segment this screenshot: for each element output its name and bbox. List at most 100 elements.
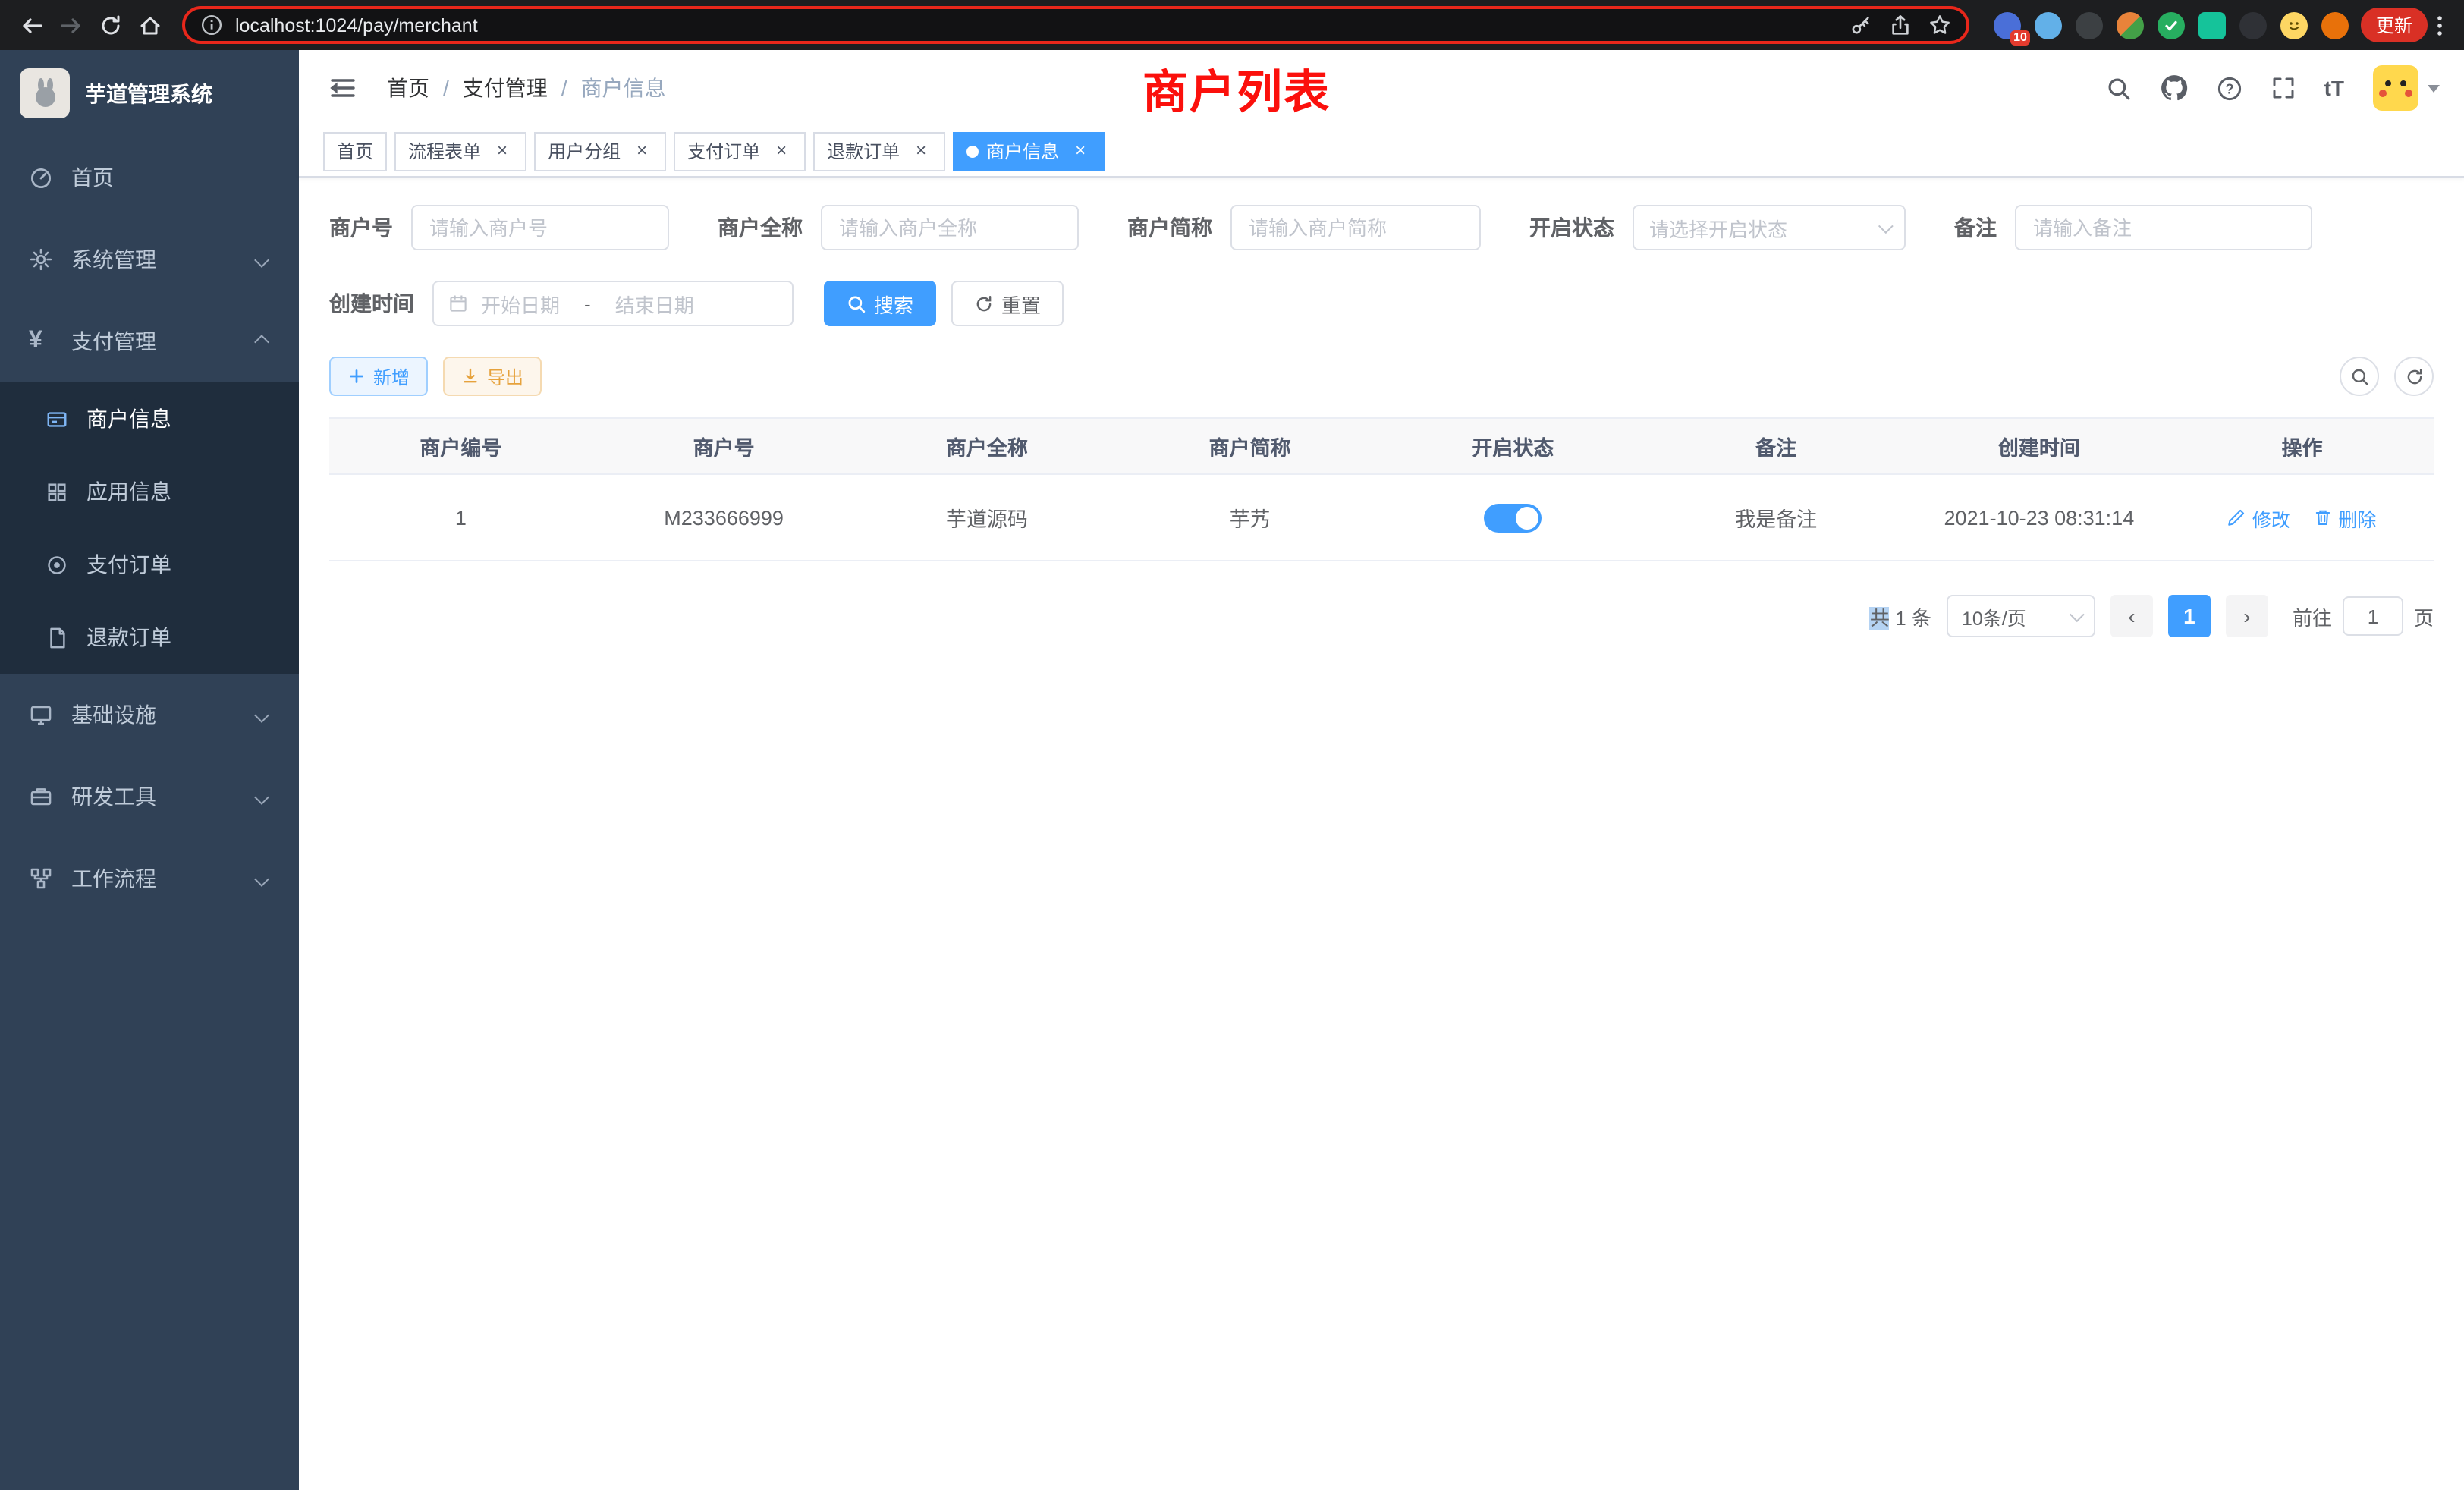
search-icon — [2349, 366, 2369, 386]
date-range-picker[interactable]: 开始日期 - 结束日期 — [432, 281, 794, 326]
sidebar-item-merchant-info[interactable]: 商户信息 — [0, 382, 299, 455]
browser-update-button[interactable]: 更新 — [2361, 8, 2428, 42]
app-logo[interactable]: 芋道管理系统 — [0, 50, 299, 137]
home-button[interactable] — [130, 5, 170, 45]
multicolor-extension-icon[interactable] — [2117, 11, 2144, 39]
sidebar-item-app-info[interactable]: 应用信息 — [0, 455, 299, 528]
font-size-button[interactable]: tT — [2324, 76, 2344, 100]
forward-button[interactable] — [52, 5, 91, 45]
goto-page: 前往 页 — [2293, 596, 2434, 636]
page-size-select[interactable]: 10条/页 — [1947, 595, 2095, 637]
share-icon[interactable] — [1889, 14, 1912, 36]
status-select[interactable]: 请选择开启状态 — [1633, 205, 1906, 250]
refresh-table-button[interactable] — [2394, 357, 2434, 396]
workflow-icon — [29, 866, 53, 891]
extension-badge: 10 — [2010, 30, 2030, 45]
breadcrumb-payment[interactable]: 支付管理 — [463, 73, 548, 103]
sidebar-item-refund-order[interactable]: 退款订单 — [0, 601, 299, 674]
delete-link[interactable]: 删除 — [2314, 503, 2376, 532]
chevron-down-icon — [256, 791, 270, 802]
profile-avatar[interactable] — [2321, 11, 2349, 39]
sidebar-item-infrastructure[interactable]: 基础设施 — [0, 674, 299, 756]
chevron-down-icon — [2070, 606, 2085, 621]
pencil-icon — [2228, 508, 2246, 527]
prev-page-button[interactable]: ‹ — [2110, 595, 2153, 637]
site-info-icon[interactable] — [200, 14, 223, 36]
chevron-down-icon — [256, 709, 270, 720]
smiley-extension-icon[interactable] — [2280, 11, 2308, 39]
export-button[interactable]: 导出 — [443, 357, 542, 396]
address-bar[interactable]: localhost:1024/pay/merchant — [182, 6, 1969, 44]
extension-icon-with-badge[interactable]: 10 — [1994, 11, 2021, 39]
github-button[interactable] — [2161, 74, 2188, 102]
user-menu[interactable] — [2373, 65, 2440, 111]
pagination: 共 1 条 10条/页 ‹ 1 › 前往 页 — [329, 595, 2434, 637]
url-text[interactable]: localhost:1024/pay/merchant — [235, 14, 1837, 36]
search-button[interactable]: 搜索 — [824, 281, 936, 326]
header-search-button[interactable] — [2106, 75, 2132, 101]
green-circle-extension-icon[interactable] — [2158, 11, 2185, 39]
forward-icon — [59, 13, 83, 37]
close-icon[interactable]: × — [492, 140, 513, 162]
filter-short-name: 商户简称 — [1127, 205, 1481, 250]
sidebar-item-system[interactable]: 系统管理 — [0, 218, 299, 300]
full-name-input[interactable] — [821, 205, 1079, 250]
chevron-down-icon — [256, 873, 270, 884]
chevron-down-icon — [1878, 218, 1894, 233]
reset-button[interactable]: 重置 — [951, 281, 1064, 326]
close-icon[interactable]: × — [631, 140, 652, 162]
field-label: 商户号 — [329, 212, 393, 243]
plus-icon — [347, 367, 366, 385]
tab-merchant-info[interactable]: 商户信息 × — [953, 131, 1105, 171]
sidebar-item-pay-order[interactable]: 支付订单 — [0, 528, 299, 601]
tab-user-group[interactable]: 用户分组 × — [534, 131, 666, 171]
tab-refund-order[interactable]: 退款订单 × — [813, 131, 945, 171]
knot-extension-icon[interactable] — [2239, 11, 2267, 39]
merchant-no-input[interactable] — [411, 205, 669, 250]
close-icon[interactable]: × — [910, 140, 932, 162]
status-toggle[interactable] — [1484, 503, 1542, 532]
breadcrumb-home[interactable]: 首页 — [387, 73, 429, 103]
reload-icon — [99, 13, 123, 37]
fullscreen-button[interactable] — [2271, 76, 2296, 100]
tab-pay-order[interactable]: 支付订单 × — [674, 131, 806, 171]
password-key-icon[interactable] — [1850, 14, 1872, 36]
sidebar-item-home[interactable]: 首页 — [0, 137, 299, 218]
sidebar-item-label: 系统管理 — [71, 244, 156, 275]
short-name-input[interactable] — [1230, 205, 1481, 250]
reload-button[interactable] — [91, 5, 130, 45]
sidebar-item-workflow[interactable]: 工作流程 — [0, 838, 299, 919]
help-button[interactable]: ? — [2217, 75, 2242, 101]
app-title: 芋道管理系统 — [85, 78, 212, 108]
target-icon — [46, 553, 68, 576]
avatar-cheek — [2379, 90, 2387, 97]
browser-menu-button[interactable] — [2428, 13, 2452, 37]
screenshot-root: localhost:1024/pay/merchant 10 — [0, 0, 2464, 1490]
remark-input[interactable] — [2015, 205, 2312, 250]
calendar-icon — [448, 293, 469, 314]
bookmark-star-icon[interactable] — [1928, 14, 1951, 36]
column-header-merchant-no: 商户号 — [592, 418, 856, 474]
sidebar-item-label: 商户信息 — [86, 404, 171, 434]
close-icon[interactable]: × — [1070, 140, 1091, 162]
back-button[interactable] — [12, 5, 52, 45]
sidebar-item-payment[interactable]: ¥ 支付管理 — [0, 300, 299, 382]
sidebar-item-dev-tools[interactable]: 研发工具 — [0, 756, 299, 838]
edit-link[interactable]: 修改 — [2228, 503, 2290, 532]
field-label: 商户简称 — [1127, 212, 1212, 243]
close-icon[interactable]: × — [771, 140, 792, 162]
blue-extension-icon[interactable] — [2035, 11, 2062, 39]
add-button[interactable]: 新增 — [329, 357, 428, 396]
goto-page-input[interactable] — [2343, 596, 2403, 636]
tab-process-form[interactable]: 流程表单 × — [394, 131, 526, 171]
tab-home[interactable]: 首页 — [323, 131, 387, 171]
payment-submenu: 商户信息 应用信息 支付订单 — [0, 382, 299, 674]
green-square-extension-icon[interactable] — [2198, 11, 2226, 39]
sidebar-item-label: 基础设施 — [71, 699, 156, 730]
sidebar-toggle[interactable] — [323, 76, 363, 100]
page-number-button[interactable]: 1 — [2168, 595, 2211, 637]
toggle-search-button[interactable] — [2340, 357, 2379, 396]
dark-extension-icon[interactable] — [2076, 11, 2103, 39]
cell-create-time: 2021-10-23 08:31:14 — [1908, 474, 2171, 561]
next-page-button[interactable]: › — [2226, 595, 2268, 637]
